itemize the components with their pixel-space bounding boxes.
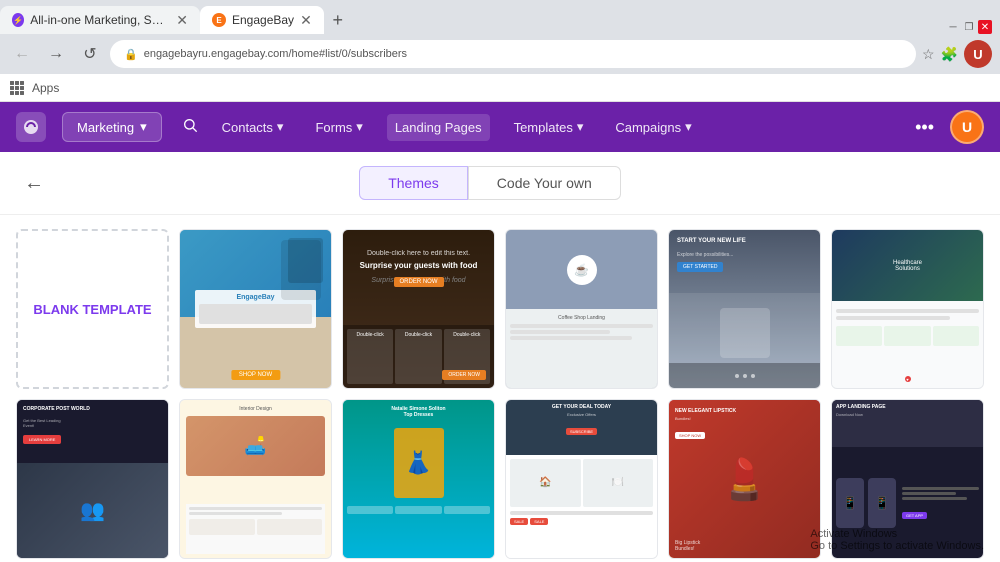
back-button[interactable]: ← (24, 172, 44, 195)
apps-label: Apps (32, 81, 59, 95)
template-card-5[interactable]: HealthcareSolutions ♥ (831, 229, 984, 389)
template-thumb-10: 💄 NEW ELEGANT LIPSTICK Bundles! SHOP NOW… (669, 400, 820, 558)
template-thumb-5: HealthcareSolutions ♥ (832, 230, 983, 388)
bookmark-icon[interactable]: ☆ (922, 46, 935, 63)
templates-nav[interactable]: Templates ▾ (506, 113, 592, 141)
template-card-8[interactable]: Natalie Simone SolitonTop Dresses 👗 (342, 399, 495, 559)
user-avatar[interactable]: U (950, 110, 984, 144)
template-card-2[interactable]: Double-click here to edit this text. Sur… (342, 229, 495, 389)
minimize-button[interactable]: ─ (946, 20, 960, 34)
template-thumb-2: Double-click here to edit this text. Sur… (343, 230, 494, 388)
template-card-3[interactable]: ☕ Coffee Shop Landing (505, 229, 658, 389)
marketing-label: Marketing (77, 120, 134, 135)
template-thumb-8: Natalie Simone SolitonTop Dresses 👗 (343, 400, 494, 558)
templates-grid: BLANK TEMPLATE EngageBay SHOP NOW Double… (0, 215, 1000, 562)
template-thumb-11: APP LANDING PAGE Download Now 📱 📱 GET AP… (832, 400, 983, 558)
main-content: ← Themes Code Your own BLANK TEMPLATE En… (0, 152, 1000, 562)
template-thumb-4: START YOUR NEW LIFE Explore the possibil… (669, 230, 820, 388)
template-card-6[interactable]: CORPORATE POST WORLD Get the Best Leadin… (16, 399, 169, 559)
app-header: Marketing ▾ Contacts ▾ Forms ▾ Landing P… (0, 102, 1000, 152)
template-thumb-3: ☕ Coffee Shop Landing (506, 230, 657, 388)
browser-tab-2[interactable]: E EngageBay ✕ (200, 6, 324, 34)
themes-tab[interactable]: Themes (359, 166, 468, 200)
more-menu-button[interactable]: ••• (915, 117, 934, 138)
templates-chevron: ▾ (577, 119, 584, 135)
tab2-close[interactable]: ✕ (300, 13, 312, 27)
tab1-favicon: ⚡ (12, 13, 24, 27)
extensions-icon[interactable]: 🧩 (941, 46, 958, 63)
template-card-7[interactable]: Interior Design 🛋️ (179, 399, 332, 559)
url-text: engagebayru.engagebay.com/home#list/0/su… (144, 48, 407, 60)
apps-bar: Apps (0, 74, 1000, 102)
search-icon[interactable] (182, 117, 198, 138)
code-your-own-tab[interactable]: Code Your own (468, 166, 621, 200)
tab2-title: EngageBay (232, 13, 294, 27)
template-thumb-9: GET YOUR DEAL TODAY Exclusive Offers SUB… (506, 400, 657, 558)
tab1-title: All-in-one Marketing, Sales, Sus… (30, 13, 170, 27)
campaigns-chevron: ▾ (685, 119, 692, 135)
address-bar-row: ← → ↺ 🔒 engagebayru.engagebay.com/home#l… (0, 34, 1000, 74)
lock-icon: 🔒 (124, 48, 138, 61)
template-thumb-6: CORPORATE POST WORLD Get the Best Leadin… (17, 400, 168, 558)
template-card-10[interactable]: 💄 NEW ELEGANT LIPSTICK Bundles! SHOP NOW… (668, 399, 821, 559)
view-tabs: Themes Code Your own (359, 166, 621, 200)
contacts-nav[interactable]: Contacts ▾ (214, 113, 292, 141)
tab-bar: ⚡ All-in-one Marketing, Sales, Sus… ✕ E … (0, 0, 1000, 34)
template-card-1[interactable]: EngageBay SHOP NOW (179, 229, 332, 389)
restore-button[interactable]: ❐ (962, 20, 976, 34)
landing-pages-nav[interactable]: Landing Pages (387, 114, 490, 141)
forms-nav[interactable]: Forms ▾ (307, 113, 370, 141)
apps-grid-icon[interactable] (10, 81, 24, 95)
address-input[interactable]: 🔒 engagebayru.engagebay.com/home#list/0/… (110, 40, 916, 68)
reload-button[interactable]: ↺ (76, 40, 104, 68)
page-header: ← Themes Code Your own (0, 152, 1000, 215)
browser-tab-1[interactable]: ⚡ All-in-one Marketing, Sales, Sus… ✕ (0, 6, 200, 34)
forward-button[interactable]: → (42, 40, 70, 68)
forms-chevron: ▾ (356, 119, 363, 135)
template-card-11[interactable]: APP LANDING PAGE Download Now 📱 📱 GET AP… (831, 399, 984, 559)
app-logo[interactable] (16, 112, 46, 142)
marketing-dropdown-button[interactable]: Marketing ▾ (62, 112, 162, 142)
browser-profile-icon[interactable]: U (964, 40, 992, 68)
campaigns-nav[interactable]: Campaigns ▾ (607, 113, 699, 141)
contacts-chevron: ▾ (277, 119, 284, 135)
template-thumb-7: Interior Design 🛋️ (180, 400, 331, 558)
tab2-favicon: E (212, 13, 226, 27)
back-button[interactable]: ← (8, 40, 36, 68)
browser-chrome: ⚡ All-in-one Marketing, Sales, Sus… ✕ E … (0, 0, 1000, 102)
blank-template-label: BLANK TEMPLATE (33, 302, 151, 317)
tab1-close[interactable]: ✕ (176, 13, 188, 27)
template-card-9[interactable]: GET YOUR DEAL TODAY Exclusive Offers SUB… (505, 399, 658, 559)
close-button[interactable]: ✕ (978, 20, 992, 34)
marketing-chevron: ▾ (140, 119, 147, 135)
blank-template-card[interactable]: BLANK TEMPLATE (16, 229, 169, 389)
template-thumb-1: EngageBay SHOP NOW (180, 230, 331, 388)
new-tab-button[interactable]: + (324, 6, 352, 34)
template-card-4[interactable]: START YOUR NEW LIFE Explore the possibil… (668, 229, 821, 389)
